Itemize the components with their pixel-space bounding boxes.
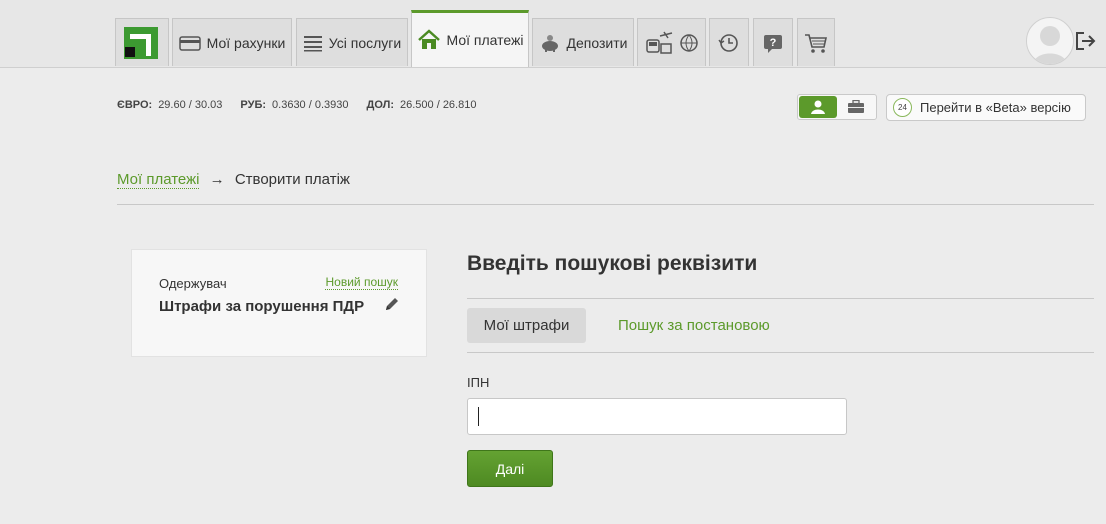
globe-icon xyxy=(679,33,699,53)
tab-my-payments-label: Мої платежі xyxy=(446,32,524,48)
rate-usd-value: 26.500 / 26.810 xyxy=(400,99,477,111)
user-icon xyxy=(811,100,825,114)
list-icon xyxy=(303,34,323,52)
rate-rub-label: РУБ: xyxy=(240,99,267,111)
tab-my-payments[interactable]: Мої платежі xyxy=(411,10,529,67)
account-mode-toggle xyxy=(797,94,877,120)
rate-rub: РУБ: 0.3630 / 0.3930 xyxy=(240,99,348,111)
piggy-bank-icon xyxy=(539,33,561,53)
tab-all-services-label: Усі послуги xyxy=(328,34,402,51)
tab-shop[interactable] xyxy=(797,18,835,66)
text-caret xyxy=(478,407,479,426)
tab-search-by-resolution[interactable]: Пошук за постановою xyxy=(618,308,770,343)
tab-my-accounts[interactable]: Мої рахунки xyxy=(172,18,292,66)
user-avatar[interactable] xyxy=(1026,17,1074,65)
rate-rub-value: 0.3630 / 0.3930 xyxy=(272,99,349,111)
ipn-input[interactable] xyxy=(467,398,847,435)
pencil-icon[interactable] xyxy=(384,296,400,317)
rate-eur: ЄВРО: 29.60 / 30.03 xyxy=(117,99,222,111)
svg-text:?: ? xyxy=(770,37,777,49)
tab-exchange[interactable] xyxy=(709,18,749,66)
beta-24-badge: 24 xyxy=(893,98,912,117)
user-silhouette-icon xyxy=(1033,26,1067,64)
tab-travel[interactable] xyxy=(637,18,706,66)
recipient-card: Одержувач Новий пошук Штрафи за порушенн… xyxy=(131,249,427,357)
logout-icon[interactable] xyxy=(1074,31,1096,51)
beta-version-label: Перейти в «Beta» версію xyxy=(920,100,1071,115)
cart-icon xyxy=(804,32,828,54)
divider xyxy=(467,298,1094,299)
privatbank-logo[interactable] xyxy=(124,27,158,59)
card-icon xyxy=(178,35,201,51)
tab-help[interactable]: ? xyxy=(753,18,793,66)
beta-version-button[interactable]: 24 Перейти в «Beta» версію xyxy=(886,94,1086,121)
rate-usd-label: ДОЛ: xyxy=(366,99,395,111)
breadcrumb: Мої платежі → Створити платіж xyxy=(117,171,350,189)
rate-usd: ДОЛ: 26.500 / 26.810 xyxy=(367,99,477,111)
form-title: Введіть пошукові реквізити xyxy=(467,252,758,275)
ipn-field-label: ІПН xyxy=(467,375,490,390)
tab-my-accounts-label: Мої рахунки xyxy=(206,34,286,51)
divider xyxy=(467,352,1094,353)
transport-icon xyxy=(645,30,673,56)
personal-mode-button[interactable] xyxy=(799,96,837,118)
next-button[interactable]: Далі xyxy=(467,450,553,487)
recipient-name: Штрафи за порушення ПДР xyxy=(159,298,365,315)
rate-eur-value: 29.60 / 30.03 xyxy=(158,99,223,111)
breadcrumb-my-payments-link[interactable]: Мої платежі xyxy=(117,171,200,189)
currency-rates: ЄВРО: 29.60 / 30.03 РУБ: 0.3630 / 0.3930 Д… xyxy=(117,99,476,111)
new-search-link[interactable]: Новий пошук xyxy=(325,275,398,290)
top-navigation: Мої рахунки Усі послуги Мої платежі Депо… xyxy=(0,0,1106,68)
help-icon: ? xyxy=(762,32,784,54)
exchange-icon xyxy=(718,32,740,54)
logo-mark-icon xyxy=(125,34,151,57)
home-icon xyxy=(417,29,441,51)
rate-eur-label: ЄВРО: xyxy=(117,99,153,111)
recipient-label: Одержувач xyxy=(159,276,227,291)
briefcase-icon xyxy=(848,100,864,113)
breadcrumb-current: Створити платіж xyxy=(234,171,350,188)
divider xyxy=(117,204,1094,205)
tab-deposits[interactable]: Депозити xyxy=(532,18,634,66)
tab-deposits-label: Депозити xyxy=(566,34,628,51)
business-mode-button[interactable] xyxy=(837,96,875,118)
tab-all-services[interactable]: Усі послуги xyxy=(296,18,408,66)
tab-my-fines[interactable]: Мої штрафи xyxy=(467,308,586,343)
breadcrumb-arrow: → xyxy=(209,171,225,188)
